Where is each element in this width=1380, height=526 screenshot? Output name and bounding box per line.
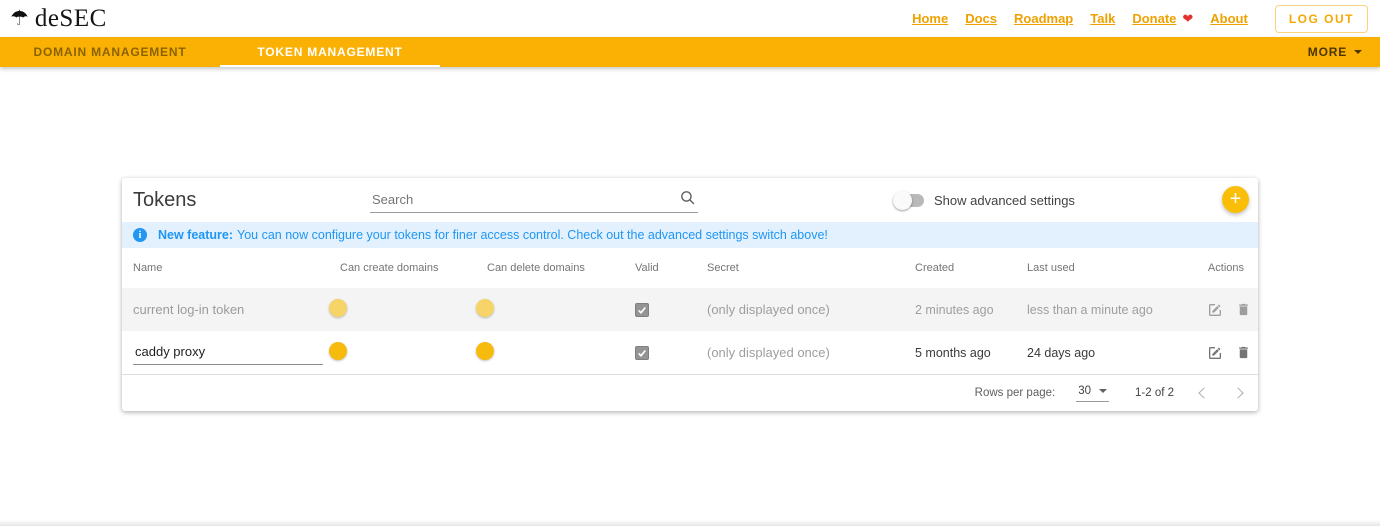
col-secret: Secret [707, 262, 739, 274]
brand-name: deSEC [34, 4, 107, 32]
rows-per-page-label: Rows per page: [974, 387, 1056, 399]
more-menu[interactable]: MORE [1290, 37, 1380, 67]
table-header-row: Name Can create domains Can delete domai… [122, 248, 1258, 288]
advanced-settings-label: Show advanced settings [934, 192, 1075, 208]
chevron-down-icon [1099, 388, 1107, 393]
pagination-range: 1-2 of 2 [1135, 387, 1174, 399]
valid-checkbox[interactable] [635, 345, 649, 360]
logout-button[interactable]: LOG OUT [1274, 4, 1368, 33]
token-created: 5 months ago [915, 345, 991, 360]
table-row: (only displayed once) 5 months ago 24 da… [122, 331, 1258, 374]
edit-token-button[interactable] [1207, 345, 1223, 361]
token-name-input[interactable] [133, 340, 323, 365]
col-name: Name [133, 262, 163, 274]
table-footer: Rows per page: 30 1-2 of 2 [122, 374, 1258, 411]
chevron-right-icon[interactable] [1232, 387, 1244, 399]
rows-per-page-value: 30 [1078, 384, 1091, 397]
nav-link-home[interactable]: Home [912, 11, 948, 26]
search-input[interactable] [370, 187, 698, 213]
banner-bold: New feature: [158, 228, 234, 242]
top-header: ☂ deSEC Home Docs Roadmap Talk Donate ❤ … [0, 0, 1380, 37]
tokens-card: Tokens Show advanced settings + i New fe… [122, 178, 1258, 411]
col-actions: Actions [1207, 262, 1244, 274]
edit-icon [1209, 303, 1221, 316]
window-bottom-shadow [0, 520, 1380, 526]
token-created: 2 minutes ago [915, 302, 994, 317]
nav-link-talk[interactable]: Talk [1090, 11, 1115, 26]
nav-link-donate[interactable]: Donate [1132, 11, 1176, 26]
advanced-settings-toggle[interactable]: Show advanced settings [893, 190, 1075, 210]
toggle-off-icon[interactable] [893, 190, 924, 210]
token-secret: (only displayed once) [707, 345, 830, 360]
pager [1198, 387, 1244, 399]
edit-icon [1209, 346, 1221, 359]
token-last-used: 24 days ago [1027, 345, 1096, 360]
token-secret: (only displayed once) [707, 302, 830, 317]
edit-token-button[interactable] [1207, 302, 1223, 318]
page-title: Tokens [133, 188, 197, 211]
col-can-delete: Can delete domains [487, 262, 585, 274]
add-token-button[interactable]: + [1222, 186, 1249, 213]
nav-link-docs[interactable]: Docs [965, 11, 997, 26]
chevron-left-icon[interactable] [1198, 387, 1210, 399]
col-valid: Valid [635, 262, 659, 274]
valid-checkbox[interactable] [635, 302, 649, 317]
delete-token-button[interactable] [1236, 302, 1251, 317]
search-icon [679, 189, 696, 211]
delete-icon [1239, 346, 1248, 359]
nav-link-roadmap[interactable]: Roadmap [1014, 11, 1073, 26]
tab-domain-management[interactable]: DOMAIN MANAGEMENT [0, 37, 220, 67]
info-icon: i [133, 228, 147, 242]
chevron-down-icon [1354, 50, 1362, 54]
plus-icon: + [1229, 188, 1242, 210]
tab-bar: DOMAIN MANAGEMENT TOKEN MANAGEMENT MORE [0, 37, 1380, 67]
search-field [370, 187, 698, 213]
col-last-used: Last used [1027, 262, 1075, 274]
nav-link-about[interactable]: About [1210, 11, 1248, 26]
more-label: MORE [1307, 45, 1347, 59]
card-header: Tokens Show advanced settings + [122, 178, 1258, 222]
col-can-create: Can create domains [340, 262, 439, 274]
banner-text: New feature: You can now configure your t… [158, 228, 828, 242]
umbrella-icon: ☂ [10, 7, 29, 30]
tab-token-management[interactable]: TOKEN MANAGEMENT [220, 37, 440, 67]
top-nav: Home Docs Roadmap Talk Donate ❤ About LO… [912, 4, 1368, 33]
delete-icon [1239, 303, 1248, 316]
token-last-used: less than a minute ago [1027, 302, 1153, 317]
table-row: current log-in token (only displayed onc… [122, 288, 1258, 331]
brand-logo[interactable]: ☂ deSEC [10, 5, 107, 33]
token-name: current log-in token [133, 302, 245, 317]
delete-token-button[interactable] [1236, 345, 1251, 360]
col-created: Created [915, 262, 955, 274]
rows-per-page-select[interactable]: 30 [1076, 385, 1109, 402]
heart-icon: ❤ [1182, 10, 1194, 26]
info-banner: i New feature: You can now configure your… [122, 222, 1258, 248]
